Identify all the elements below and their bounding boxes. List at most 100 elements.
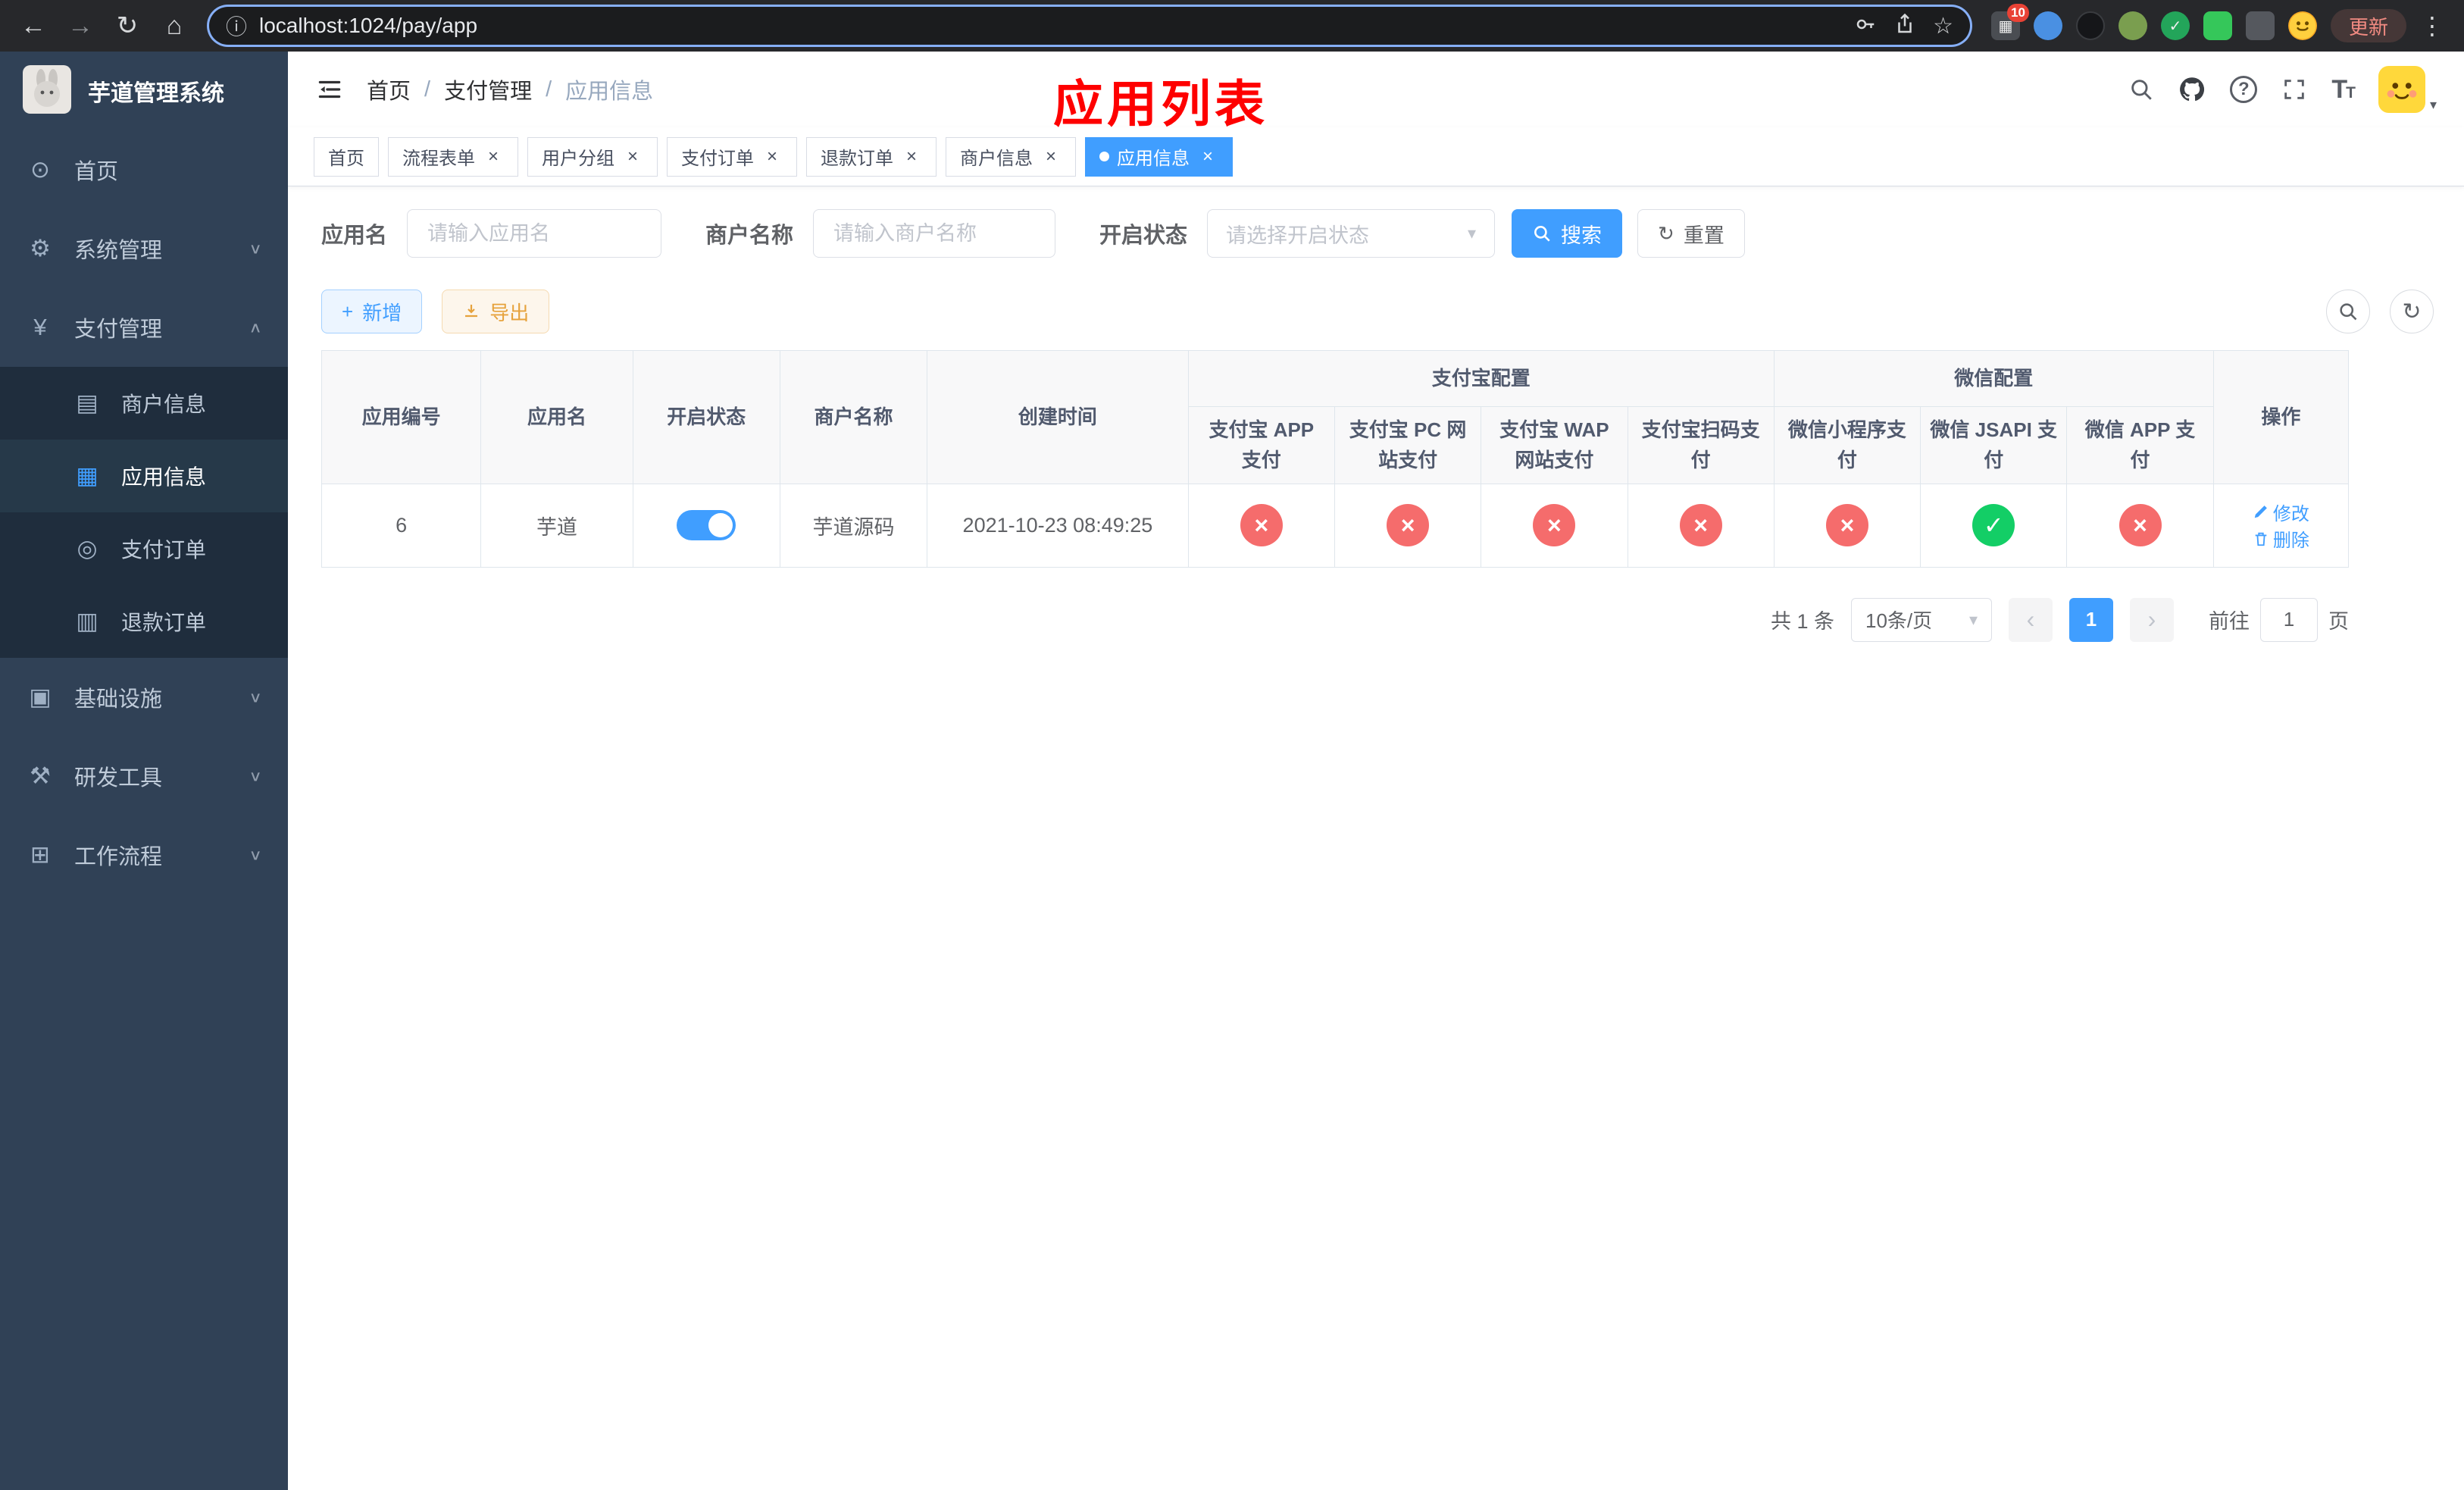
github-icon[interactable] [2178,76,2206,103]
sidebar-item-label: 首页 [74,160,119,184]
breadcrumb-payment[interactable]: 支付管理 [444,74,532,105]
sidebar-subitem-app-info[interactable]: ▦ 应用信息 [0,440,288,512]
app-logo[interactable]: 芋道管理系统 [0,52,288,130]
cell-app-id: 6 [321,483,482,568]
app-title: 芋道管理系统 [88,81,224,106]
tab-refund-order[interactable]: 退款订单 × [806,136,937,177]
forward-icon[interactable]: → [61,6,100,45]
sidebar-item-label: 商户信息 [121,393,207,416]
site-info-icon[interactable]: ⓘ [226,11,247,41]
show-search-icon[interactable] [2326,290,2370,333]
share-icon[interactable] [1893,13,1916,39]
breadcrumb-separator: / [424,77,431,102]
ext-chat-icon[interactable] [2203,11,2232,40]
close-icon[interactable]: × [761,146,783,167]
help-icon[interactable]: ? [2230,76,2258,103]
reload-icon[interactable]: ↻ [108,6,147,45]
delete-link[interactable]: 删除 [2253,525,2309,552]
close-icon[interactable]: × [1040,146,1062,167]
goto-group: 前往 页 [2209,597,2349,642]
url-bar[interactable]: ⓘ localhost:1024/pay/app ☆ [209,7,1970,45]
ext-drop-icon[interactable] [2033,11,2062,40]
add-button[interactable]: + 新增 [321,290,423,333]
pagination-total: 共 1 条 [1770,610,1834,634]
header-actions: ? TT ▾ [2128,66,2437,113]
cell-alipay-qr: × [1627,483,1775,568]
sidebar-item-payment[interactable]: ¥ 支付管理 ∧ [0,288,288,367]
plus-icon: + [342,300,354,323]
status-select[interactable]: 请选择开启状态 ▾ [1207,209,1496,258]
sidebar-subitem-merchant-info[interactable]: ▤ 商户信息 [0,367,288,440]
col-status: 开启状态 [632,350,780,484]
cell-alipay-pc: × [1334,483,1482,568]
goto-page-input[interactable] [2260,597,2318,642]
pagination: 共 1 条 10条/页 ▾ ‹ 1 › 前往 页 [321,597,2349,642]
sidebar-item-dev-tools[interactable]: ⚒ 研发工具 ∨ [0,737,288,815]
sidebar-item-label: 支付管理 [74,318,163,342]
tab-app-info[interactable]: 应用信息 × [1085,136,1233,177]
sidebar-item-home[interactable]: ⊙ 首页 [0,130,288,209]
font-size-icon[interactable]: TT [2331,75,2356,105]
tab-process-form[interactable]: 流程表单 × [388,136,518,177]
close-icon[interactable]: × [901,146,922,167]
bookmark-star-icon[interactable]: ☆ [1933,13,1953,39]
sidebar-subitem-pay-order[interactable]: ◎ 支付订单 [0,512,288,585]
close-icon[interactable]: × [1197,146,1218,167]
page-size-select[interactable]: 10条/页 ▾ [1851,597,1992,642]
close-icon[interactable]: × [622,146,643,167]
col-alipay-wap: 支付宝 WAP 网站支付 [1481,406,1628,484]
tab-user-group[interactable]: 用户分组 × [527,136,658,177]
reset-button[interactable]: ↻ 重置 [1637,209,1745,258]
tab-home[interactable]: 首页 [314,136,379,177]
sidebar-subitem-refund-order[interactable]: ▥ 退款订单 [0,585,288,658]
sidebar-item-infrastructure[interactable]: ▣ 基础设施 ∨ [0,658,288,737]
ext-emoji-icon[interactable] [2287,11,2317,40]
refresh-table-icon[interactable]: ↻ [2390,290,2434,333]
url-text[interactable]: localhost:1024/pay/app [259,14,1842,38]
cell-created: 2021-10-23 08:49:25 [927,483,1189,568]
export-button[interactable]: 导出 [442,290,550,333]
browser-update-button[interactable]: 更新 [2330,9,2406,42]
edit-link[interactable]: 修改 [2253,499,2309,525]
sidebar-fold-icon[interactable] [315,74,346,105]
cell-operations: 修改 删除 [2212,483,2350,568]
tags-view-bar: 首页 流程表单 × 用户分组 × 支付订单 × 退款订单 × 商户信息 × 应用… [288,127,2464,186]
user-avatar[interactable]: ▾ [2378,66,2437,113]
close-icon[interactable]: × [483,146,504,167]
extensions-tray: ▦ 10 ✓ [1990,4,2317,40]
ext-puzzle-icon[interactable] [2245,11,2275,40]
tools-icon: ⚒ [30,762,51,789]
ext-blocks-icon[interactable]: ▦ 10 [1990,4,2029,40]
page-1-button[interactable]: 1 [2069,597,2113,642]
merchant-name-input[interactable] [813,209,1056,258]
tab-merchant-info[interactable]: 商户信息 × [946,136,1076,177]
ext-badge: 10 [2007,4,2029,22]
prev-page-button[interactable]: ‹ [2009,597,2053,642]
fullscreen-icon[interactable] [2281,77,2307,102]
status-icon: × [1240,504,1283,547]
ext-dark-icon[interactable] [2075,11,2105,40]
sidebar-item-system[interactable]: ⚙ 系统管理 ∨ [0,209,288,288]
search-icon[interactable] [2128,77,2154,102]
group-wechat-config: 微信配置 [1773,350,2214,407]
cell-alipay-wap: × [1481,483,1628,568]
col-alipay-app: 支付宝 APP 支付 [1187,406,1335,484]
enable-switch[interactable] [677,510,736,541]
breadcrumb-home[interactable]: 首页 [367,74,411,105]
next-page-button[interactable]: › [2130,597,2174,642]
ext-check-icon[interactable]: ✓ [2160,11,2190,40]
back-icon[interactable]: ← [14,6,53,45]
card-icon: ▤ [76,390,98,416]
urlbar-actions: ☆ [1854,13,1953,39]
app-name-input[interactable] [407,209,662,258]
tab-label: 退款订单 [821,149,893,169]
password-key-icon[interactable] [1854,13,1877,39]
home-icon[interactable]: ⌂ [155,6,194,45]
refund-icon: ▥ [76,608,98,634]
ext-avatar-icon[interactable] [2118,11,2147,40]
search-button[interactable]: 搜索 [1512,209,1623,258]
tab-pay-order[interactable]: 支付订单 × [667,136,797,177]
browser-menu-icon[interactable]: ⋮ [2414,11,2450,40]
sidebar-item-workflow[interactable]: ⊞ 工作流程 ∨ [0,815,288,894]
app-shell: 芋道管理系统 ⊙ 首页 ⚙ 系统管理 ∨ ¥ 支付管理 ∧ ▤ 商户信息 ▦ 应… [0,52,2464,1490]
